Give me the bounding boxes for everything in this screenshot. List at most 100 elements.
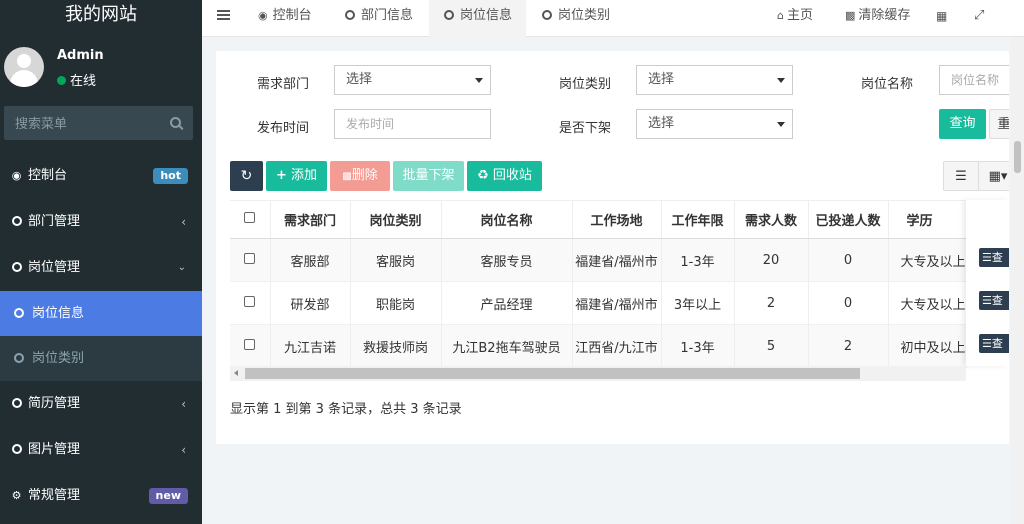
column-header[interactable]: 需求部门 [270, 200, 351, 239]
menu-toggle-icon[interactable] [217, 10, 230, 22]
table-header-row: 需求部门 岗位类别 岗位名称 工作场地 工作年限 需求人数 已投递人数 学历 [230, 200, 967, 239]
delete-button[interactable]: ▩删除 [330, 161, 390, 191]
scroll-left-arrow-icon[interactable] [234, 370, 238, 376]
add-button[interactable]: + 添加 [266, 161, 327, 191]
sidebar-item-resume[interactable]: 简历管理 ‹ [0, 381, 202, 427]
delete-label: 删除 [351, 168, 378, 183]
sidebar-item-general[interactable]: ⚙ 常规管理 new [0, 473, 202, 519]
column-header[interactable]: 岗位名称 [441, 200, 573, 239]
column-header[interactable]: 岗位类别 [350, 200, 442, 239]
column-header[interactable]: 需求人数 [734, 200, 809, 239]
view-button[interactable]: ☰查 [979, 291, 1009, 310]
category-select[interactable]: 选择 [636, 65, 793, 95]
clear-cache-button[interactable]: ▩ 清除缓存 [845, 0, 910, 37]
dept-filter-label: 需求部门 [257, 77, 310, 92]
view-label: 查 [991, 337, 1003, 350]
table-cell: 客服部 [270, 238, 351, 282]
row-select-cell [230, 281, 271, 325]
plus-icon: + [275, 168, 287, 183]
category-filter-label: 岗位类别 [559, 77, 612, 92]
row-checkbox[interactable] [244, 338, 256, 350]
row-checkbox[interactable] [244, 252, 256, 264]
job-name-input[interactable]: 岗位名称 [939, 65, 1009, 95]
list-icon: ☰ [982, 251, 992, 264]
tab-job-info[interactable]: 岗位信息 [429, 0, 526, 37]
table-cell: 产品经理 [441, 281, 573, 325]
column-header[interactable]: 学历 [888, 200, 967, 239]
offline-select[interactable]: 选择 [636, 109, 793, 139]
sidebar-item-images[interactable]: 图片管理 ‹ [0, 427, 202, 473]
caret-down-icon [475, 78, 483, 83]
table-row[interactable]: 研发部 职能岗 产品经理 福建省/福州市 3年以上 2 0 大专及以上 [230, 281, 967, 325]
top-navbar: ◉ 控制台 部门信息 岗位信息 岗位类别 ⌂ 主页 ▩ 清除缓存 ▦ ⤢ [202, 0, 1024, 37]
circle-icon [11, 199, 22, 245]
table-cell: 20 [734, 238, 809, 282]
chevron-left-icon: ‹ [181, 397, 186, 411]
circle-icon [14, 353, 24, 363]
sidebar-menu: ◉ 控制台 hot 部门管理 ‹ 岗位管理 ⌄ 岗位信息 岗位类别 简历管理 ‹ … [0, 153, 202, 519]
sidebar-item-dashboard[interactable]: ◉ 控制台 hot [0, 153, 202, 199]
select-all-cell [230, 200, 271, 239]
recycle-bin-button[interactable]: ♻ 回收站 [467, 161, 542, 191]
table-cell: 5 [734, 324, 809, 368]
sidebar-item-label: 简历管理 [28, 396, 81, 411]
tab-label: 岗位类别 [558, 8, 611, 23]
user-name: Admin [57, 48, 104, 63]
query-button[interactable]: 查询 [939, 109, 986, 139]
table-cell: 研发部 [270, 281, 351, 325]
tab-label: 部门信息 [361, 8, 414, 23]
home-label: 主页 [786, 8, 813, 23]
tab-job-category[interactable]: 岗位类别 [542, 0, 622, 37]
scrollbar-thumb[interactable] [1014, 141, 1021, 173]
publish-time-input[interactable]: 发布时间 [334, 109, 491, 139]
sidebar-item-job-info[interactable]: 岗位信息 [0, 291, 202, 336]
view-label: 查 [991, 294, 1003, 307]
view-button[interactable]: ☰查 [979, 248, 1009, 267]
site-logo-title[interactable]: 我的网站 [0, 0, 202, 33]
column-header[interactable]: 工作年限 [661, 200, 735, 239]
tab-department-info[interactable]: 部门信息 [345, 0, 425, 37]
operation-column: ☰查 ☰查 ☰查 [966, 200, 1009, 366]
columns-dropdown-button[interactable]: ▦▾ [978, 161, 1009, 191]
tab-dashboard[interactable]: ◉ 控制台 [258, 0, 338, 37]
reset-button[interactable]: 重 [989, 109, 1009, 139]
dept-select[interactable]: 选择 [334, 65, 491, 95]
table-cell: 客服专员 [441, 238, 573, 282]
sidebar-item-department[interactable]: 部门管理 ‹ [0, 199, 202, 245]
home-link[interactable]: ⌂ 主页 [777, 0, 813, 37]
chevron-left-icon: ‹ [181, 215, 186, 229]
sidebar-item-job-management[interactable]: 岗位管理 ⌄ [0, 245, 202, 291]
table-view-toggle-button[interactable]: ☰ [943, 161, 979, 191]
translate-icon[interactable]: ▦ [936, 0, 947, 37]
select-all-checkbox[interactable] [244, 212, 256, 223]
fullscreen-icon[interactable]: ⤢ [974, 0, 984, 37]
menu-search-input[interactable] [4, 106, 164, 140]
row-checkbox[interactable] [244, 295, 256, 307]
job-name-filter-label: 岗位名称 [861, 77, 914, 92]
job-table: 需求部门 岗位类别 岗位名称 工作场地 工作年限 需求人数 已投递人数 学历 客… [230, 200, 967, 368]
column-header[interactable]: 已投递人数 [808, 200, 889, 239]
scrollbar-thumb[interactable] [245, 368, 860, 379]
user-status: 在线 [57, 70, 96, 89]
offline-select-value: 选择 [648, 116, 675, 131]
online-dot-icon [57, 76, 66, 85]
batch-offline-button[interactable]: 批量下架 [393, 161, 464, 191]
table-horizontal-scrollbar[interactable] [230, 366, 966, 381]
table-row[interactable]: 客服部 客服岗 客服专员 福建省/福州市 1-3年 20 0 大专及以上 [230, 238, 967, 282]
sidebar-item-label: 岗位信息 [32, 306, 85, 321]
page-vertical-scrollbar[interactable] [1011, 37, 1024, 524]
table-cell: 福建省/福州市 [572, 281, 662, 325]
column-header[interactable]: 工作场地 [572, 200, 662, 239]
refresh-button[interactable]: ↻ [230, 161, 263, 191]
dashboard-icon: ◉ [11, 169, 22, 182]
trash-icon: ▩ [342, 171, 352, 182]
sidebar: 我的网站 Admin 在线 ◉ 控制台 hot 部门管理 ‹ 岗位管理 ⌄ 岗位信… [0, 0, 202, 524]
table-cell: 1-3年 [661, 238, 735, 282]
search-icon[interactable] [170, 117, 181, 128]
sidebar-item-job-category[interactable]: 岗位类别 [0, 336, 202, 381]
content-panel: 需求部门 选择 岗位类别 选择 岗位名称 岗位名称 发布时间 发布时间 是否下架… [216, 51, 1009, 444]
table-cell: 大专及以上 [888, 281, 967, 325]
view-button[interactable]: ☰查 [979, 334, 1009, 353]
table-row[interactable]: 九江吉诺 救援技师岗 九江B2拖车驾驶员 江西省/九江市 1-3年 5 2 初中… [230, 324, 967, 368]
table-cell: 江西省/九江市 [572, 324, 662, 368]
